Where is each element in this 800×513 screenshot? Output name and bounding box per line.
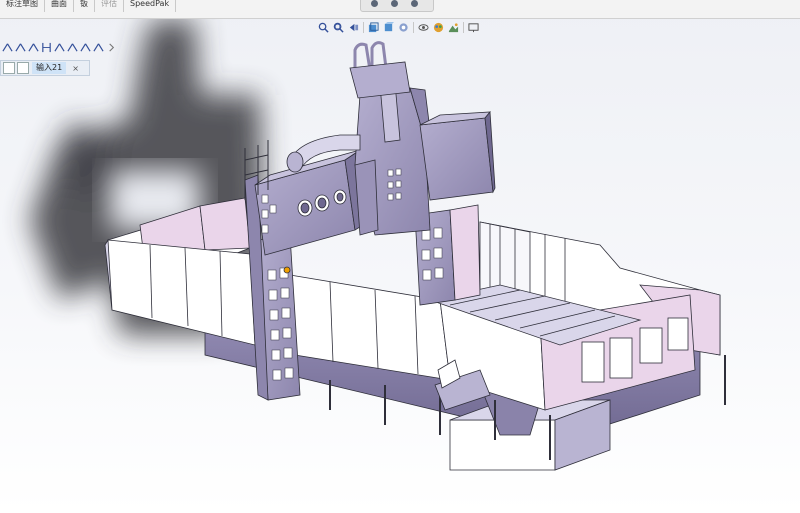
tab-speedpak[interactable]: SpeedPak — [124, 0, 177, 12]
section-view-icon[interactable] — [368, 21, 379, 33]
mini-toolbar[interactable] — [360, 0, 434, 12]
tab-evaluate[interactable]: 评估 — [95, 0, 124, 12]
rebuild-icon[interactable] — [371, 0, 378, 7]
graphics-area[interactable] — [0, 0, 800, 513]
options-icon[interactable] — [391, 0, 398, 7]
sketch-line-icon[interactable] — [2, 42, 13, 53]
tab-surfaces[interactable]: 曲面 — [45, 0, 74, 12]
heads-up-view-toolbar — [318, 20, 479, 34]
previous-view-icon[interactable] — [348, 22, 359, 33]
hide-show-icon[interactable] — [418, 22, 429, 33]
input-tab[interactable]: 输入21 — [32, 62, 67, 74]
sketch-line-icon[interactable] — [80, 42, 91, 53]
chevron-right-icon[interactable] — [106, 42, 117, 53]
sketch-line-icon[interactable] — [54, 42, 65, 53]
close-icon[interactable]: × — [72, 64, 79, 73]
separator — [413, 21, 414, 33]
display-pane-icon[interactable] — [468, 22, 479, 33]
input-tab-strip: 输入21 × — [0, 60, 90, 76]
part-icon[interactable] — [17, 62, 29, 74]
tab-sheet-metal[interactable]: 钣 — [74, 0, 95, 12]
sketch-line-icon[interactable] — [93, 42, 104, 53]
sketch-line-icon[interactable] — [28, 42, 39, 53]
zoom-to-fit-icon[interactable] — [318, 22, 329, 33]
separator — [463, 21, 464, 33]
help-icon[interactable] — [411, 0, 418, 7]
appearance-icon[interactable] — [433, 22, 444, 33]
sketch-dimension-icon[interactable] — [41, 42, 52, 53]
display-style-icon[interactable] — [398, 22, 409, 33]
view-orientation-icon[interactable] — [383, 21, 394, 33]
sketch-toolbar — [2, 42, 117, 56]
scene-icon[interactable] — [448, 22, 459, 33]
part-icon[interactable] — [3, 62, 15, 74]
sketch-line-icon[interactable] — [15, 42, 26, 53]
cross-beam — [254, 149, 369, 256]
sketch-line-icon[interactable] — [67, 42, 78, 53]
zoom-area-icon[interactable] — [333, 22, 344, 33]
separator — [363, 21, 364, 33]
tab-markup-sketch[interactable]: 标注草图 — [0, 0, 45, 12]
